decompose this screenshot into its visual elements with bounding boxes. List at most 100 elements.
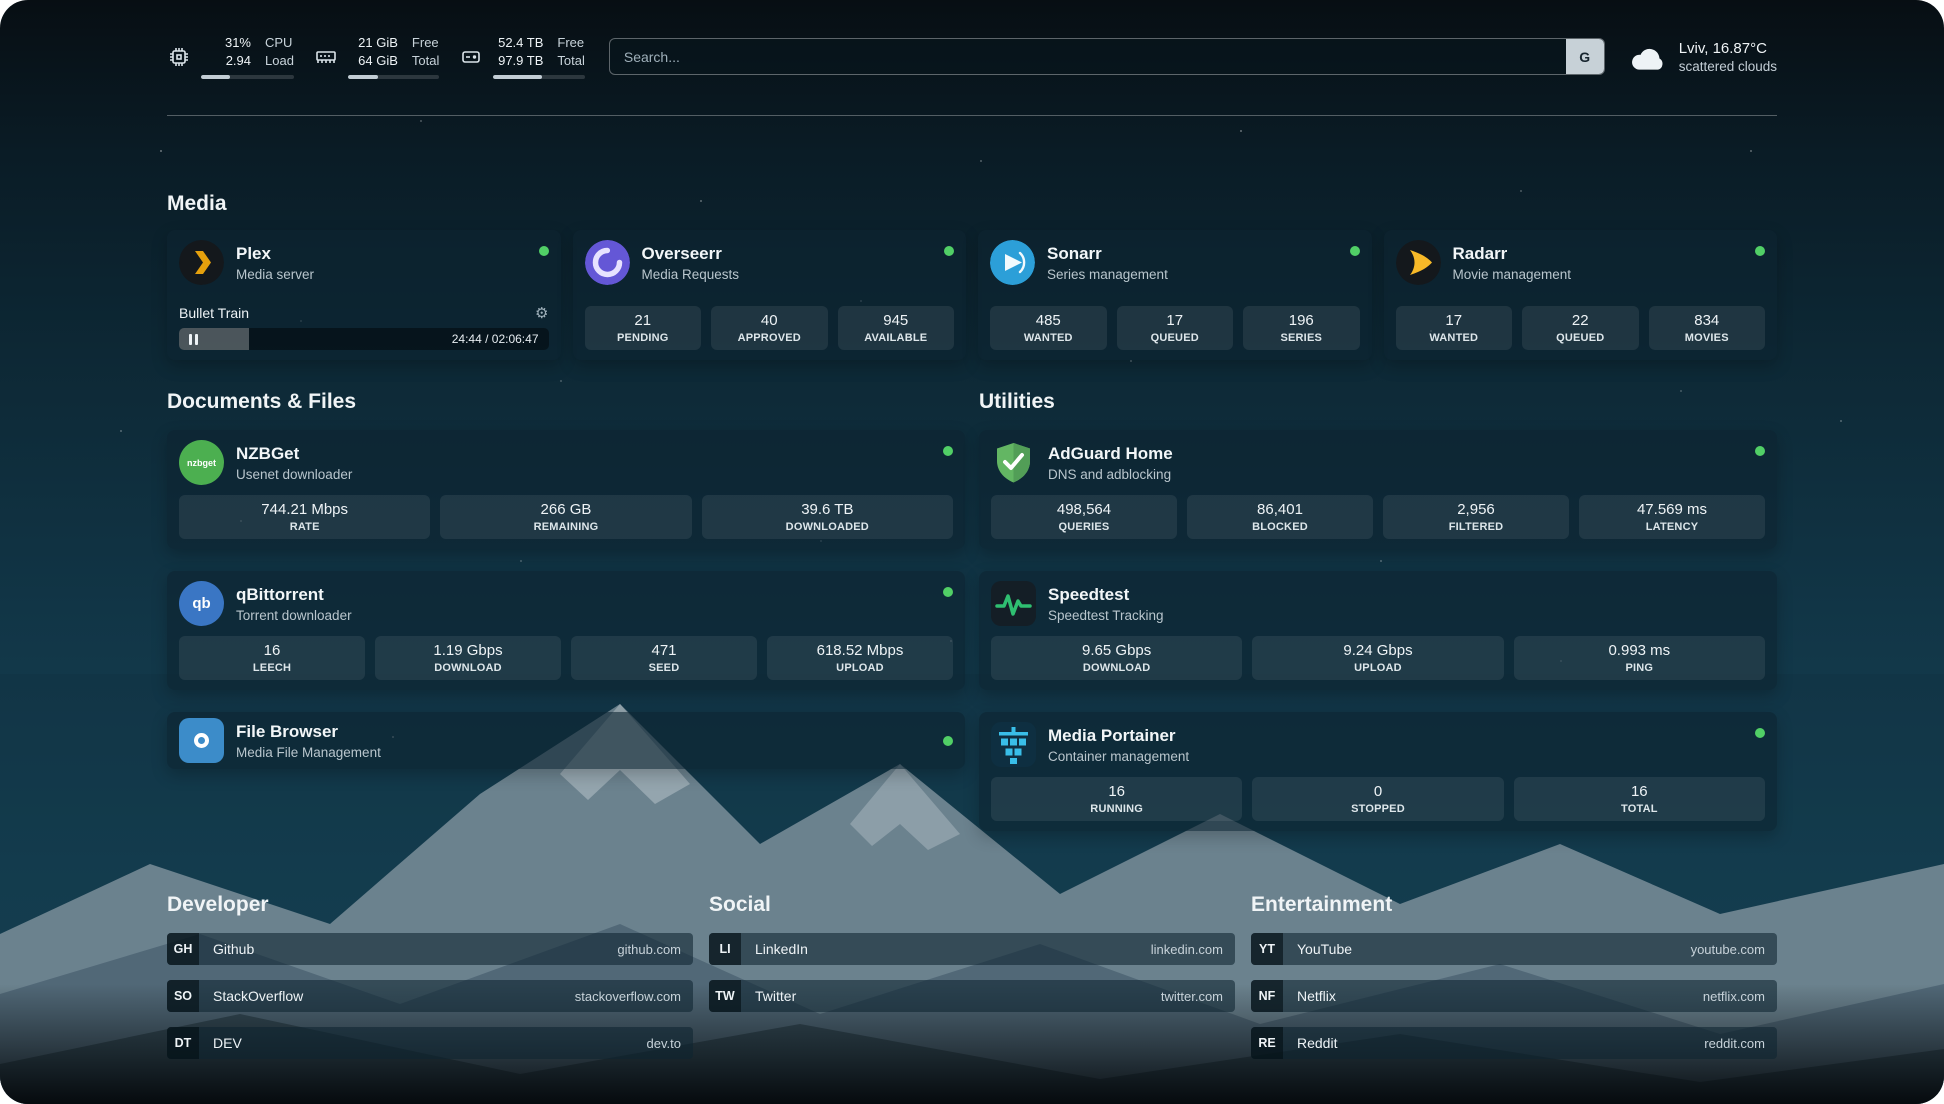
app-description: Container management bbox=[1048, 749, 1189, 764]
stat-value: 945 bbox=[883, 312, 908, 329]
stat-label: UPLOAD bbox=[1354, 662, 1402, 674]
app-card-radarr[interactable]: Radarr Movie management 17 WANTED 22 QUE… bbox=[1384, 230, 1778, 360]
stat-label: WANTED bbox=[1429, 332, 1478, 344]
bookmark-youtube[interactable]: YT YouTube youtube.com bbox=[1251, 933, 1777, 965]
app-card-adguard[interactable]: AdGuard Home DNS and adblocking 498,564 … bbox=[979, 430, 1777, 549]
app-card-filebrowser[interactable]: File Browser Media File Management bbox=[167, 712, 965, 769]
dashboard: 31% 2.94 CPU Load bbox=[0, 0, 1944, 1104]
stat-wanted: 485 WANTED bbox=[990, 306, 1107, 350]
search-engine-button[interactable]: G bbox=[1566, 39, 1604, 74]
stat-label: LEECH bbox=[253, 662, 291, 674]
stat-label: DOWNLOADED bbox=[786, 521, 869, 533]
status-online-dot bbox=[1755, 728, 1765, 738]
search-input[interactable] bbox=[610, 39, 1566, 74]
stat-queued: 22 QUEUED bbox=[1522, 306, 1639, 350]
bookmark-name: Netflix bbox=[1297, 988, 1336, 1004]
app-card-qbittorrent[interactable]: qb qBittorrent Torrent downloader 16 LEE… bbox=[167, 571, 965, 690]
pause-icon[interactable] bbox=[189, 334, 198, 345]
app-name: Media Portainer bbox=[1048, 726, 1189, 746]
status-online-dot bbox=[944, 246, 954, 256]
bookmark-abbr: RE bbox=[1258, 1036, 1275, 1050]
stat-movies: 834 MOVIES bbox=[1649, 306, 1766, 350]
bookmark-name: Twitter bbox=[755, 988, 796, 1004]
stat-value: 86,401 bbox=[1257, 501, 1303, 518]
nzbget-icon-label: nzbget bbox=[187, 458, 216, 468]
cpu-load-label: Load bbox=[265, 52, 294, 70]
cloud-icon bbox=[1629, 42, 1667, 72]
bookmark-netflix[interactable]: NF Netflix netflix.com bbox=[1251, 980, 1777, 1012]
app-description: DNS and adblocking bbox=[1048, 467, 1173, 482]
bookmark-abbr: TW bbox=[715, 989, 734, 1003]
qbittorrent-icon-label: qb bbox=[192, 595, 210, 612]
bookmark-stackoverflow[interactable]: SO StackOverflow stackoverflow.com bbox=[167, 980, 693, 1012]
bookmark-abbr: NF bbox=[1259, 989, 1276, 1003]
stat-value: 834 bbox=[1694, 312, 1719, 329]
stat-available: 945 AVAILABLE bbox=[838, 306, 955, 350]
cpu-label: CPU bbox=[265, 34, 294, 52]
bookmark-linkedin[interactable]: LI LinkedIn linkedin.com bbox=[709, 933, 1235, 965]
player-settings-icon[interactable]: ⚙ bbox=[535, 306, 548, 321]
section-title-utilities: Utilities bbox=[979, 390, 1777, 414]
ram-total-label: Total bbox=[412, 52, 439, 70]
bookmark-github[interactable]: GH Github github.com bbox=[167, 933, 693, 965]
disk-free-label: Free bbox=[557, 34, 584, 52]
bookmark-dev[interactable]: DT DEV dev.to bbox=[167, 1027, 693, 1059]
ram-free: 21 GiB bbox=[348, 34, 398, 52]
app-description: Series management bbox=[1047, 267, 1168, 282]
bookmark-name: Github bbox=[213, 941, 254, 957]
stat-upload: 9.24 Gbps UPLOAD bbox=[1252, 636, 1503, 680]
disk-free: 52.4 TB bbox=[493, 34, 543, 52]
app-description: Media File Management bbox=[236, 745, 381, 760]
stat-label: QUEUED bbox=[1556, 332, 1604, 344]
section-title-social: Social bbox=[709, 893, 1235, 917]
stat-value: 16 bbox=[1108, 783, 1125, 800]
stat-label: DOWNLOAD bbox=[1083, 662, 1151, 674]
bookmark-abbr: DT bbox=[175, 1036, 192, 1050]
stat-value: 744.21 Mbps bbox=[261, 501, 348, 518]
qbittorrent-icon: qb bbox=[179, 581, 224, 626]
app-card-plex[interactable]: Plex Media server Bullet Train ⚙ 24:44 /… bbox=[167, 230, 561, 360]
stats-row: 744.21 Mbps RATE 266 GB REMAINING 39.6 T… bbox=[179, 495, 953, 539]
stat-label: PING bbox=[1625, 662, 1653, 674]
status-online-dot bbox=[539, 246, 549, 256]
app-card-sonarr[interactable]: Sonarr Series management 485 WANTED 17 Q… bbox=[978, 230, 1372, 360]
stat-ping: 0.993 ms PING bbox=[1514, 636, 1765, 680]
bookmark-twitter[interactable]: TW Twitter twitter.com bbox=[709, 980, 1235, 1012]
app-card-overseerr[interactable]: Overseerr Media Requests 21 PENDING 40 A… bbox=[573, 230, 967, 360]
dev-icon: DT bbox=[167, 1027, 199, 1059]
bookmark-reddit[interactable]: RE Reddit reddit.com bbox=[1251, 1027, 1777, 1059]
stat-value: 9.65 Gbps bbox=[1082, 642, 1151, 659]
app-card-nzbget[interactable]: nzbget NZBGet Usenet downloader 744.21 M… bbox=[167, 430, 965, 549]
stat-label: DOWNLOAD bbox=[434, 662, 502, 674]
app-name: qBittorrent bbox=[236, 585, 352, 605]
app-card-speedtest[interactable]: Speedtest Speedtest Tracking 9.65 Gbps D… bbox=[979, 571, 1777, 690]
status-online-dot bbox=[943, 446, 953, 456]
stat-value: 47.569 ms bbox=[1637, 501, 1707, 518]
stat-series: 196 SERIES bbox=[1243, 306, 1360, 350]
bookmark-name: YouTube bbox=[1297, 941, 1352, 957]
search-bar[interactable]: G bbox=[609, 38, 1605, 75]
stat-remaining: 266 GB REMAINING bbox=[440, 495, 691, 539]
stat-value: 2,956 bbox=[1457, 501, 1495, 518]
app-name: AdGuard Home bbox=[1048, 444, 1173, 464]
app-card-portainer[interactable]: Media Portainer Container management 16 … bbox=[979, 712, 1777, 831]
weather-widget: Lviv, 16.87°C scattered clouds bbox=[1629, 40, 1777, 74]
portainer-icon bbox=[991, 722, 1036, 767]
topbar-divider bbox=[167, 115, 1777, 116]
section-title-media: Media bbox=[167, 192, 1777, 216]
status-online-dot bbox=[1755, 446, 1765, 456]
status-online-dot bbox=[943, 736, 953, 746]
disk-widget: 52.4 TB 97.9 TB Free Total bbox=[459, 34, 584, 79]
stat-queries: 498,564 QUERIES bbox=[991, 495, 1177, 539]
stat-label: WANTED bbox=[1024, 332, 1073, 344]
speedtest-icon bbox=[991, 581, 1036, 626]
stat-value: 485 bbox=[1036, 312, 1061, 329]
player-progress-bar[interactable]: 24:44 / 02:06:47 bbox=[179, 328, 549, 350]
bookmark-name: Reddit bbox=[1297, 1035, 1337, 1051]
section-title-entertainment: Entertainment bbox=[1251, 893, 1777, 917]
stats-row: 9.65 Gbps DOWNLOAD 9.24 Gbps UPLOAD 0.99… bbox=[991, 636, 1765, 680]
stat-value: 196 bbox=[1289, 312, 1314, 329]
stat-label: SERIES bbox=[1280, 332, 1322, 344]
stat-value: 1.19 Gbps bbox=[433, 642, 502, 659]
stat-value: 39.6 TB bbox=[801, 501, 853, 518]
